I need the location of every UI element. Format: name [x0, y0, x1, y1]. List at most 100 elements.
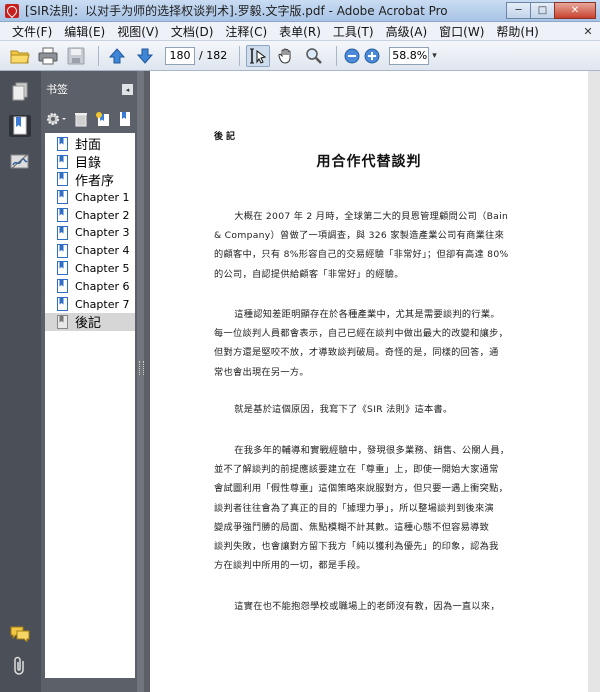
section-label: 後記: [214, 132, 239, 142]
bookmark-item[interactable]: Chapter 6: [45, 277, 135, 295]
bookmark-label: 目錄: [75, 156, 102, 172]
bookmark-label: Chapter 1: [75, 190, 130, 204]
pdf-page: 後記 用合作代替談判 大概在 2007 年 2 月時，全球第二大的貝恩管理顧問公…: [150, 71, 588, 692]
bookmark-icon: [57, 208, 68, 223]
menu-edit[interactable]: 编辑(E): [58, 23, 111, 40]
paragraph-line: 方在談判中所用的一切，都是手段。: [214, 560, 366, 572]
maximize-button[interactable]: □: [530, 1, 555, 19]
paragraph-line: 談判者往往會為了真正的目的「據理力爭」，所以整場談判到後來演: [214, 502, 495, 514]
close-document-button[interactable]: ✕: [580, 25, 596, 38]
menu-tools[interactable]: 工具(T): [327, 23, 380, 40]
toolbar-separator: [98, 45, 99, 66]
menu-advanced[interactable]: 高级(A): [380, 23, 434, 40]
print-icon[interactable]: [36, 45, 60, 67]
toolbar-separator: [239, 45, 241, 66]
zoom-marquee-icon[interactable]: [302, 45, 326, 67]
save-icon[interactable]: [64, 45, 88, 67]
bookmark-item[interactable]: Chapter 5: [45, 260, 135, 278]
page-number-input[interactable]: 180: [165, 46, 195, 65]
bookmark-item[interactable]: Chapter 2: [45, 206, 135, 224]
body-paragraph: 在我多年的輔導和實戰經驗中，發現很多業務、銷售、公關人員， 並不了解談判的前提應該…: [214, 441, 536, 575]
options-gear-icon[interactable]: [45, 111, 67, 127]
open-folder-icon[interactable]: [8, 45, 32, 67]
body-paragraph: 這實在也不能抱怨學校或職場上的老師沒有教，因為一直以來，: [214, 597, 536, 616]
bookmark-label: 封面: [75, 138, 102, 154]
bookmark-label: 後記: [75, 316, 102, 332]
bookmark-item[interactable]: Chapter 3: [45, 224, 135, 242]
menu-window[interactable]: 窗口(W): [433, 23, 490, 40]
close-button[interactable]: ✕: [554, 1, 596, 19]
paragraph-line: 談判失敗，也會讓對方留下我方「純以獲利為優先」的印象，認為我: [214, 541, 499, 553]
bookmarks-panel-title: 书签: [46, 83, 68, 96]
previous-page-icon[interactable]: [105, 45, 129, 67]
bookmarks-panel-header: 书签 ◂: [41, 71, 137, 107]
paragraph-line: 每一位談判人員都會表示，自己已經在談判中做出最大的改變和讓步，: [214, 328, 509, 340]
paragraph-line: 並不了解談判的前提應該要建立在「尊重」上，即使一開始大家通常: [214, 464, 499, 476]
bookmark-label: 作者序: [75, 174, 115, 189]
vertical-scrollbar[interactable]: [588, 71, 600, 692]
body-paragraph: 這種認知差距明顯存在於各種產業中，尤其是需要談判的行業。 每一位談判人員都會表示，…: [214, 305, 536, 382]
bookmark-item[interactable]: Chapter 4: [45, 242, 135, 260]
bookmark-icon: [57, 243, 68, 258]
paragraph-line: 在我多年的輔導和實戰經驗中，發現很多業務、銷售、公關人員，: [234, 445, 510, 456]
bookmark-item[interactable]: Chapter 1: [45, 188, 135, 206]
menu-bar: 文件(F) 编辑(E) 视图(V) 文档(D) 注释(C) 表单(R) 工具(T…: [0, 22, 600, 41]
bookmark-item[interactable]: Chapter 7: [45, 295, 135, 313]
zoom-dropdown-icon[interactable]: ▾: [432, 51, 437, 61]
bookmark-icon: [57, 279, 68, 294]
menu-comments[interactable]: 注释(C): [219, 23, 273, 40]
attachments-icon[interactable]: [9, 655, 31, 677]
bookmark-label: Chapter 2: [75, 208, 130, 222]
signatures-icon[interactable]: [9, 151, 31, 173]
document-area: 後記 用合作代替談判 大概在 2007 年 2 月時，全球第二大的貝恩管理顧問公…: [144, 71, 600, 692]
panel-splitter[interactable]: [137, 71, 144, 692]
select-text-tool-icon[interactable]: [246, 44, 271, 67]
window-controls: ─ □ ✕: [506, 1, 596, 20]
minimize-button[interactable]: ─: [506, 1, 531, 19]
menu-view[interactable]: 视图(V): [111, 23, 165, 40]
body-paragraph: 就是基於這個原因，我寫下了《SIR 法則》這本書。: [214, 400, 536, 419]
toolbar: 180 / 182 58.8% ▾: [0, 41, 600, 71]
bookmark-item[interactable]: 封面: [45, 135, 135, 153]
bookmark-label: Chapter 7: [75, 297, 130, 311]
paragraph-line: 大概在 2007 年 2 月時，全球第二大的貝恩管理顧問公司（Bain: [234, 211, 509, 222]
zoom-level-input[interactable]: 58.8%: [389, 46, 430, 65]
bookmark-item[interactable]: 後記: [45, 312, 135, 332]
collapse-panel-button[interactable]: ◂: [122, 84, 133, 95]
bookmark-label: Chapter 6: [75, 279, 130, 293]
menu-document[interactable]: 文档(D): [165, 23, 220, 40]
paragraph-line: & Company）曾做了一項調查，與 326 家製造產業公司有商業往來: [214, 230, 505, 242]
title-bar: [SIR法則：以对手为师的选择权谈判术].罗毅.文字版.pdf - Adobe …: [0, 0, 600, 22]
menu-help[interactable]: 帮助(H): [490, 23, 544, 40]
pages-icon[interactable]: [9, 81, 31, 103]
menu-forms[interactable]: 表单(R): [273, 23, 327, 40]
new-bookmark-icon[interactable]: [95, 111, 111, 127]
bookmarks-icon[interactable]: [9, 115, 31, 137]
bookmarks-toolbar: [41, 107, 137, 131]
bookmarks-list: 封面目錄作者序 Chapter 1 Chapter 2 Chapter 3 Chapte…: [45, 133, 135, 678]
delete-bookmark-icon[interactable]: [74, 111, 88, 127]
expand-bookmark-icon[interactable]: [118, 111, 132, 127]
bookmark-icon: [57, 261, 68, 276]
zoom-out-icon[interactable]: [343, 45, 361, 67]
comments-icon[interactable]: [9, 623, 31, 645]
chapter-title: 用合作代替談判: [316, 154, 422, 170]
bookmark-icon: [57, 314, 68, 329]
paragraph-line: 常也會出現在另一方。: [214, 366, 309, 378]
bookmark-item[interactable]: 作者序: [45, 171, 135, 189]
paragraph-line: 這實在也不能抱怨學校或職場上的老師沒有教，因為一直以來，: [234, 601, 500, 612]
bookmark-icon: [57, 154, 68, 169]
bookmark-item[interactable]: 目錄: [45, 153, 135, 171]
acrobat-icon: [5, 3, 19, 18]
body-paragraph: 大概在 2007 年 2 月時，全球第二大的貝恩管理顧問公司（Bain & Com…: [214, 207, 536, 284]
menu-file[interactable]: 文件(F): [6, 23, 58, 40]
paragraph-line: 的公司，自認提供給顧客「非常好」的經驗。: [214, 268, 404, 280]
bookmark-icon: [57, 297, 68, 312]
paragraph-line: 的顧客中，只有 8%形容自己的交易經驗「非常好」；但卻有高達 80%: [214, 249, 509, 261]
bookmark-label: Chapter 5: [75, 261, 130, 275]
hand-tool-icon[interactable]: [274, 45, 298, 67]
next-page-icon[interactable]: [133, 45, 157, 67]
paragraph-line: 會試圖利用「假性尊重」這個策略來說服對方，但只要一遇上衝突點，: [214, 483, 509, 495]
bookmark-label: Chapter 4: [75, 244, 130, 258]
zoom-in-icon[interactable]: [363, 45, 381, 67]
